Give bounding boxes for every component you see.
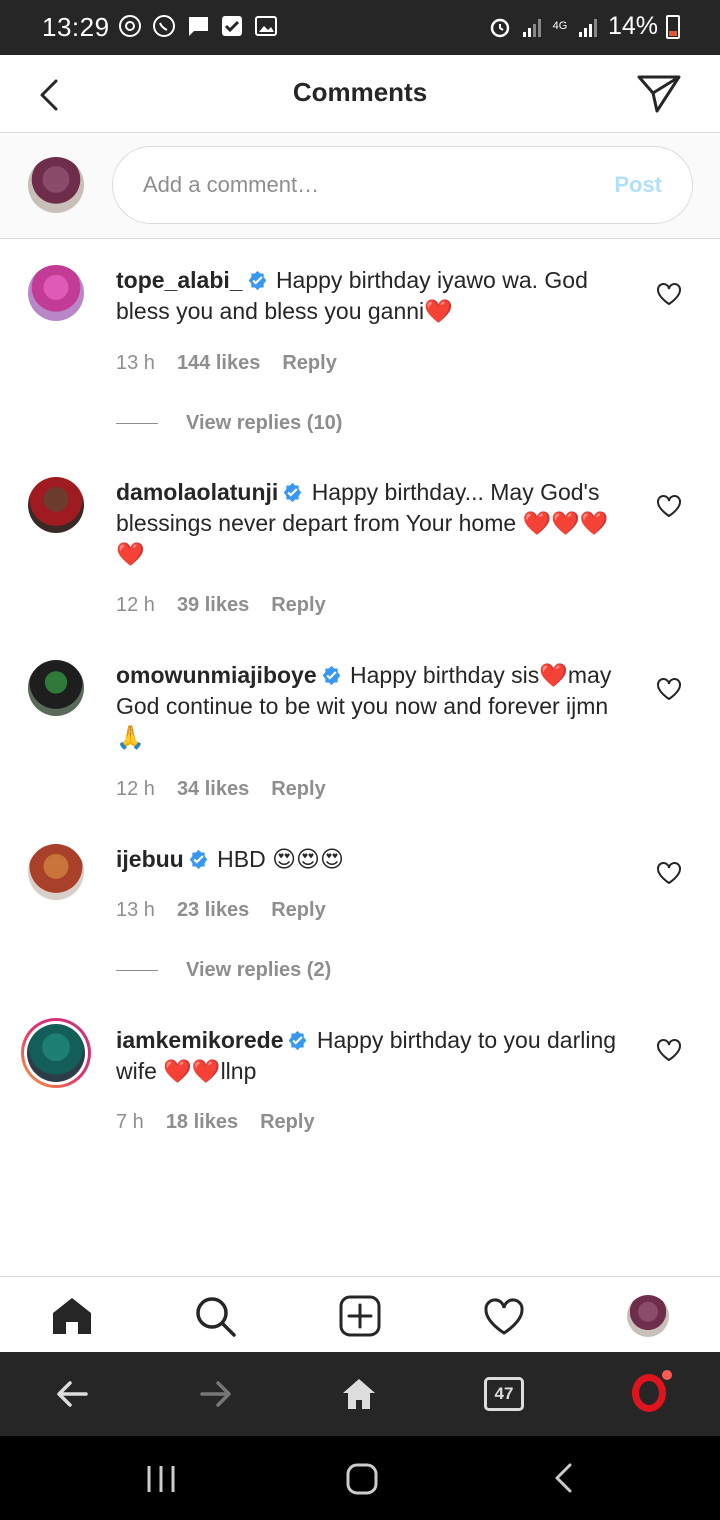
browser-toolbar: 47 (0, 1352, 720, 1436)
comment-likes[interactable]: 18 likes (166, 1111, 238, 1134)
android-navigation-bar (0, 1436, 720, 1520)
home-icon[interactable] (345, 1462, 379, 1496)
comment-body: tope_alabi_ Happy birthday iyawo wa. God… (116, 265, 636, 327)
view-replies-label: View replies (10) (186, 412, 343, 434)
alarm-icon (490, 18, 510, 37)
view-replies-button[interactable]: View replies (10) (116, 412, 342, 435)
heart-icon[interactable] (656, 677, 682, 701)
back-arrow-icon[interactable] (54, 1376, 90, 1412)
reply-button[interactable]: Reply (271, 594, 325, 617)
comment-body: iamkemikorede Happy birthday to you darl… (116, 1025, 636, 1087)
comment-meta: 7 h 18 likes Reply (116, 1111, 315, 1134)
comment-likes[interactable]: 23 likes (177, 899, 249, 922)
back-icon[interactable] (552, 1462, 576, 1494)
comment-time: 7 h (116, 1111, 144, 1133)
comment-meta: 12 h 34 likes Reply (116, 778, 326, 801)
verified-badge-icon (189, 849, 207, 870)
comment-username[interactable]: damolaolatunji (116, 479, 278, 505)
battery-percent: 14% (607, 12, 658, 40)
comment-likes[interactable]: 39 likes (177, 594, 249, 617)
comment-username[interactable]: iamkemikorede (116, 1027, 283, 1053)
divider (116, 970, 158, 971)
search-icon[interactable] (194, 1295, 236, 1337)
view-replies-label: View replies (2) (186, 959, 332, 981)
comment-likes[interactable]: 144 likes (177, 352, 260, 375)
comment-username[interactable]: ijebuu (116, 846, 184, 872)
story-ring-avatar[interactable] (21, 1018, 91, 1088)
signal-icon (522, 18, 541, 37)
new-post-icon[interactable] (339, 1295, 381, 1337)
verified-badge-icon (248, 270, 266, 291)
comment-meta: 13 h 23 likes Reply (116, 899, 326, 922)
comment-input[interactable]: Add a comment… Post (112, 146, 693, 224)
heart-icon[interactable] (656, 282, 682, 306)
comment-body: damolaolatunji Happy birthday... May God… (116, 477, 636, 570)
comment-username[interactable]: omowunmiajiboye (116, 662, 317, 688)
status-time: 13:29 (42, 12, 110, 42)
message-icon (188, 17, 208, 36)
comment-text: HBD 😍😍😍 (217, 846, 345, 872)
verified-badge-icon (284, 482, 302, 503)
forward-arrow-icon[interactable] (198, 1376, 234, 1412)
reply-button[interactable]: Reply (271, 778, 325, 801)
comment-time: 13 h (116, 352, 155, 374)
tabs-icon[interactable]: 47 (484, 1377, 524, 1411)
opera-icon[interactable] (632, 1374, 666, 1412)
home-icon[interactable] (51, 1295, 93, 1337)
comment-time: 13 h (116, 899, 155, 921)
profile-avatar[interactable] (627, 1295, 669, 1337)
comment-placeholder: Add a comment… (143, 172, 320, 197)
check-box-icon (222, 16, 242, 36)
paper-plane-icon[interactable] (636, 73, 682, 115)
avatar[interactable] (28, 844, 84, 900)
avatar (28, 157, 84, 213)
comment-likes[interactable]: 34 likes (177, 778, 249, 801)
divider (116, 423, 158, 424)
post-button[interactable]: Post (614, 172, 662, 198)
system-icons: 4G 14% (488, 12, 680, 41)
image-icon (255, 16, 277, 36)
reply-button[interactable]: Reply (260, 1111, 314, 1134)
recents-icon[interactable] (146, 1464, 176, 1494)
heart-icon[interactable] (656, 494, 682, 518)
bottom-navigation (0, 1276, 720, 1352)
comments-header: Comments (0, 55, 720, 133)
comment-time: 12 h (116, 778, 155, 800)
notification-icons (118, 14, 278, 38)
verified-badge-icon (322, 665, 340, 686)
notification-dot (662, 1370, 672, 1380)
avatar[interactable] (28, 477, 84, 533)
network-type: 4G (552, 20, 568, 32)
comment-meta: 13 h 144 likes Reply (116, 352, 337, 375)
heart-icon[interactable] (656, 861, 682, 885)
status-bar: 13:29 4G 14% (0, 0, 720, 55)
comment-composer: Add a comment… Post (0, 133, 720, 239)
whatsapp-icon (153, 15, 175, 37)
view-replies-button[interactable]: View replies (2) (116, 959, 331, 982)
signal-icon (578, 18, 597, 37)
battery-icon (666, 14, 680, 39)
comment-username[interactable]: tope_alabi_ (116, 267, 243, 293)
comment-meta: 12 h 39 likes Reply (116, 594, 326, 617)
activity-heart-icon[interactable] (483, 1295, 525, 1337)
comment-time: 12 h (116, 594, 155, 616)
heart-icon[interactable] (656, 1038, 682, 1062)
verified-badge-icon (289, 1030, 307, 1051)
at-sign-icon (119, 15, 141, 37)
comment-body: omowunmiajiboye Happy birthday sis❤️may … (116, 660, 636, 753)
home-icon[interactable] (341, 1376, 377, 1412)
comment-body: ijebuu HBD 😍😍😍 (116, 844, 636, 875)
avatar[interactable] (28, 660, 84, 716)
avatar[interactable] (28, 265, 84, 321)
reply-button[interactable]: Reply (282, 352, 336, 375)
reply-button[interactable]: Reply (271, 899, 325, 922)
page-title: Comments (292, 77, 428, 107)
